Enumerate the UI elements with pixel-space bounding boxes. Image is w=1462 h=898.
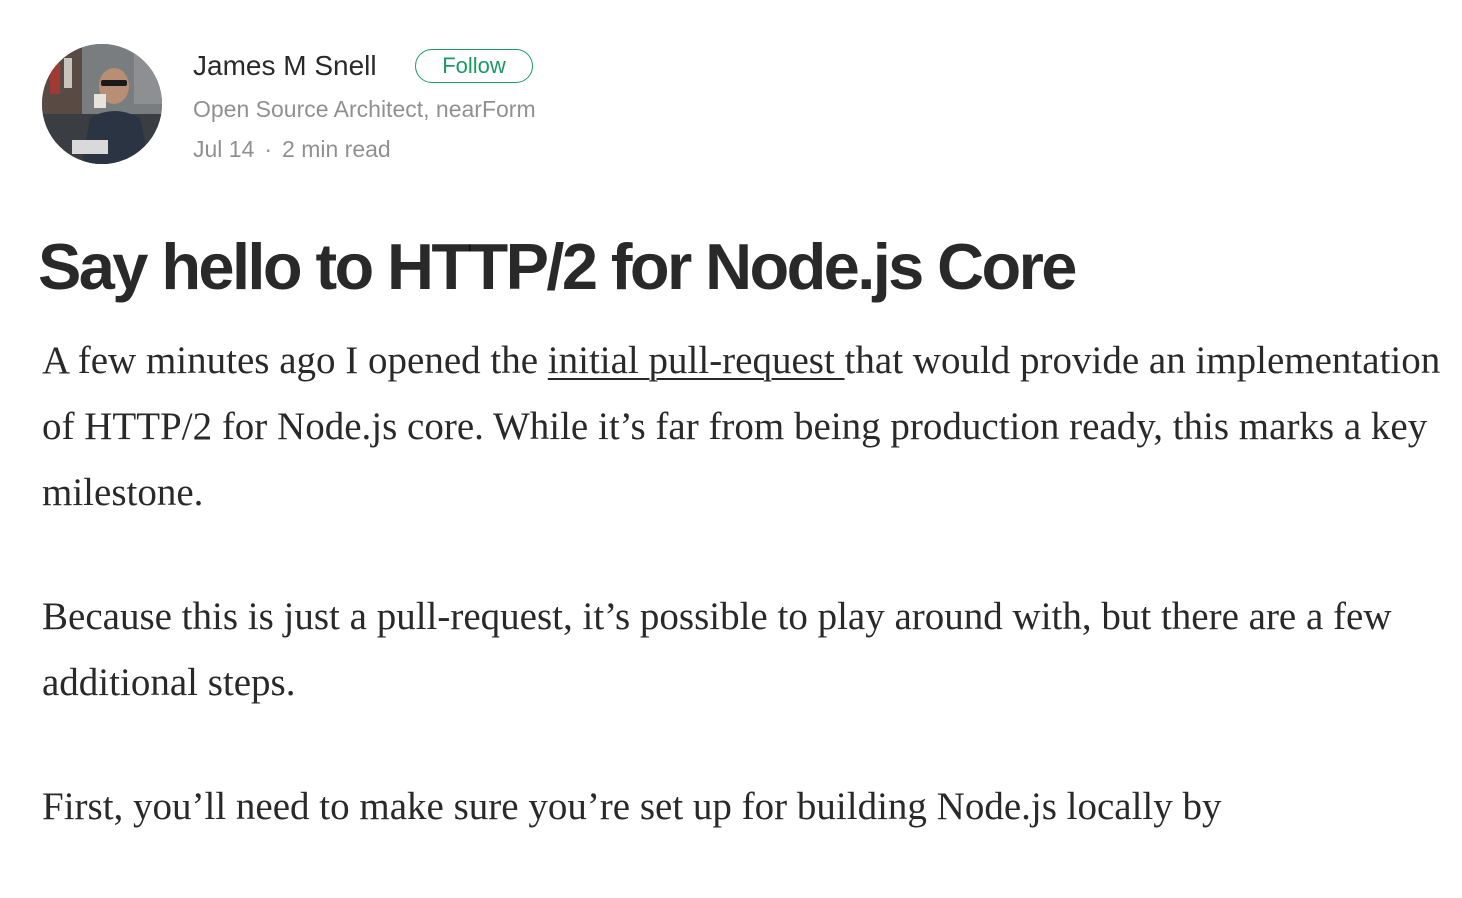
meta-separator: · [264,136,273,162]
author-avatar[interactable] [42,44,162,164]
paragraph-intro-text-start: A few minutes ago I opened the [42,339,548,382]
paragraph-steps: Because this is just a pull-request, it’… [42,595,1392,704]
paragraph-intro: A few minutes ago I opened the initial p… [42,328,1452,526]
author-block: James M Snell Follow Open Source Archite… [42,44,942,166]
author-name[interactable]: James M Snell [193,48,377,84]
post-meta: Jul 14 · 2 min read [193,134,391,164]
follow-button[interactable]: Follow [415,49,533,83]
post-date[interactable]: Jul 14 [193,136,254,162]
read-time: 2 min read [282,136,391,162]
pull-request-link[interactable]: initial pull-request [548,339,845,382]
author-bio: Open Source Architect, nearForm [193,96,536,122]
avatar-photo [42,44,162,164]
paragraph-first: First, you’ll need to make sure you’re s… [42,785,1222,828]
post-body: A few minutes ago I opened the initial p… [42,328,1452,898]
post-title: Say hello to HTTP/2 for Node.js Core [38,230,1077,303]
